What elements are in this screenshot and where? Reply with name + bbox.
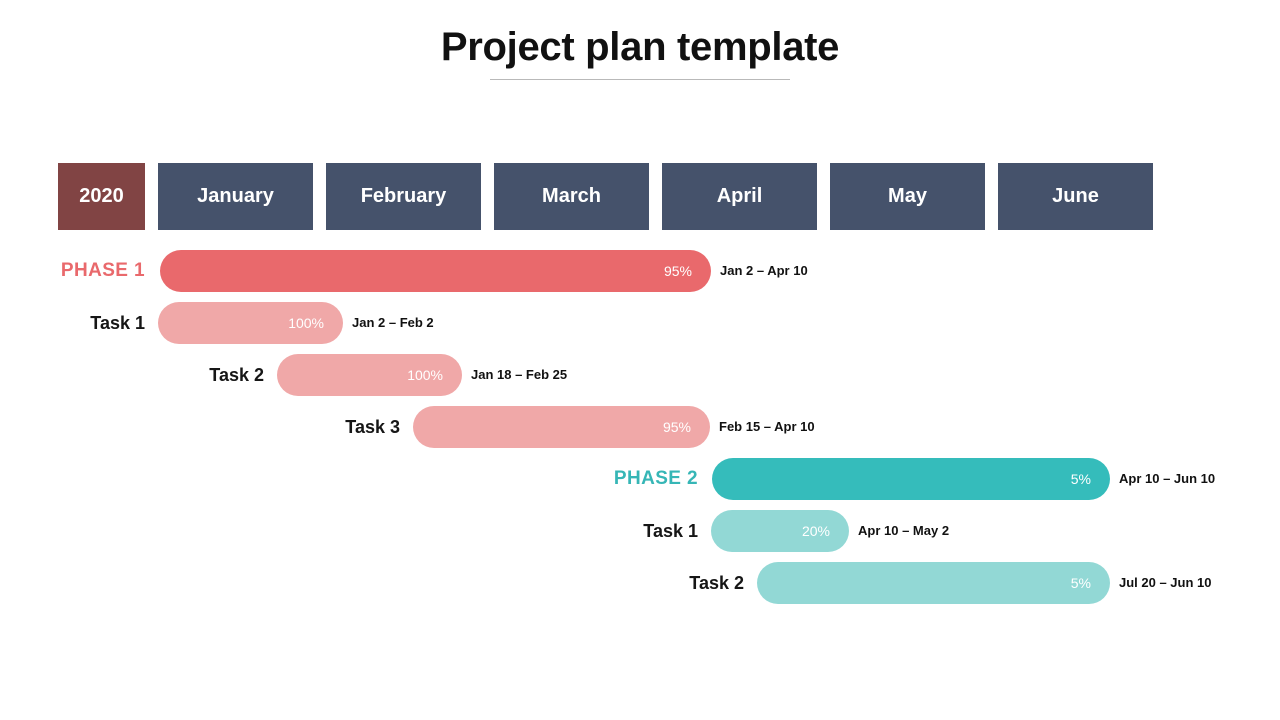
gantt-row: Task 1 100% Jan 2 – Feb 2 <box>0 301 1280 345</box>
gantt-task-label: Task 1 <box>90 313 145 333</box>
gantt-bar[interactable]: 95% <box>413 406 710 448</box>
gantt-row: PHASE 1 95% Jan 2 – Apr 10 <box>0 249 1280 293</box>
gantt-bar-percent: 5% <box>1070 575 1091 591</box>
gantt-row: Task 3 95% Feb 15 – Apr 10 <box>0 405 1280 449</box>
gantt-bar-date-range: Jan 2 – Feb 2 <box>352 315 434 330</box>
gantt-phase-label: PHASE 1 <box>60 260 145 281</box>
gantt-bar-date-range: Apr 10 – May 2 <box>858 523 950 538</box>
gantt-bar-percent: 100% <box>407 367 443 383</box>
gantt-bar-date-range: Jul 20 – Jun 10 <box>1119 575 1212 590</box>
gantt-bar[interactable]: 20% <box>711 510 849 552</box>
gantt-bar-percent: 95% <box>662 419 691 435</box>
gantt-row: PHASE 2 5% Apr 10 – Jun 10 <box>0 457 1280 501</box>
gantt-task-label: Task 2 <box>209 365 264 385</box>
gantt-row: Task 2 5% Jul 20 – Jun 10 <box>0 561 1280 605</box>
gantt-bar[interactable]: 100% <box>277 354 462 396</box>
gantt-bar[interactable]: 5% <box>712 458 1110 500</box>
gantt-bar[interactable]: 100% <box>158 302 343 344</box>
gantt-bar-date-range: Jan 18 – Feb 25 <box>471 367 568 382</box>
gantt-bar-date-range: Feb 15 – Apr 10 <box>719 419 815 434</box>
gantt-row: Task 2 100% Jan 18 – Feb 25 <box>0 353 1280 397</box>
gantt-row: Task 1 20% Apr 10 – May 2 <box>0 509 1280 553</box>
gantt-task-label: Task 1 <box>643 521 698 541</box>
gantt-chart: PHASE 1 95% Jan 2 – Apr 10 Task 1 100% Jan 2 … <box>0 0 1280 720</box>
gantt-bar[interactable]: 5% <box>757 562 1110 604</box>
gantt-phase-label: PHASE 2 <box>613 468 698 489</box>
gantt-bar-percent: 100% <box>288 315 324 331</box>
gantt-bar[interactable]: 95% <box>160 250 711 292</box>
gantt-bar-date-range: Jan 2 – Apr 10 <box>720 263 808 278</box>
gantt-task-label: Task 2 <box>689 573 744 593</box>
gantt-bar-date-range: Apr 10 – Jun 10 <box>1119 471 1216 486</box>
gantt-bar-percent: 95% <box>663 263 692 279</box>
gantt-bar-percent: 20% <box>801 523 830 539</box>
gantt-bar-percent: 5% <box>1070 471 1091 487</box>
gantt-task-label: Task 3 <box>345 417 400 437</box>
